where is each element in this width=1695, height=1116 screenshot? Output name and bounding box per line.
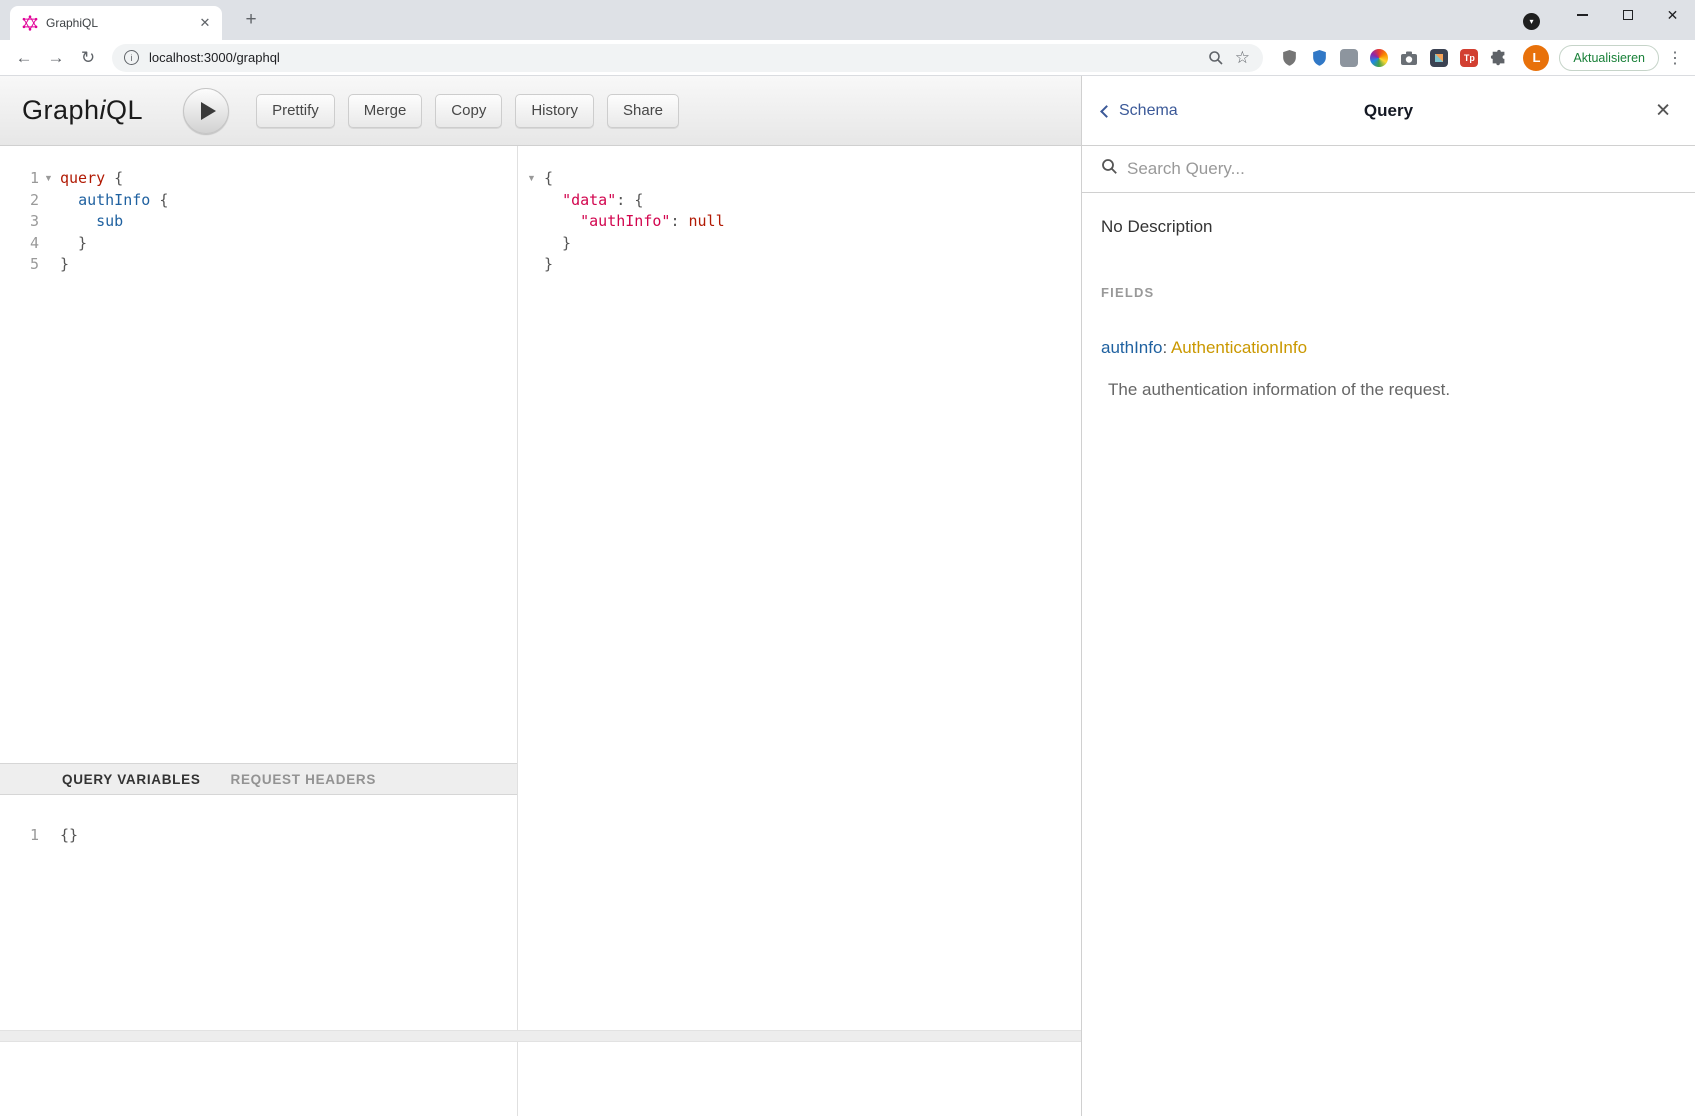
- url-text: localhost:3000/graphql: [149, 50, 1203, 65]
- variables-editor[interactable]: 1 {}: [0, 795, 517, 1116]
- new-tab-button[interactable]: +: [238, 7, 264, 33]
- chevron-left-icon: [1100, 105, 1113, 118]
- back-icon[interactable]: ←: [10, 44, 38, 72]
- graphiql-topbar: GraphiQL Prettify Merge Copy History Sha…: [0, 76, 1081, 146]
- code-line: {}: [60, 825, 78, 847]
- prettify-button[interactable]: Prettify: [256, 94, 335, 128]
- share-button[interactable]: Share: [607, 94, 679, 128]
- tab-strip: GraphiQL ✕ + ▾ ✕: [0, 0, 1695, 40]
- close-window-button[interactable]: ✕: [1650, 0, 1695, 30]
- doc-search-row: [1082, 146, 1695, 193]
- variables-editor-code[interactable]: {}: [55, 795, 78, 1116]
- variables-title-bar: QUERY VARIABLES REQUEST HEADERS: [0, 763, 517, 795]
- line-number: 4: [0, 233, 39, 255]
- puzzle-extensions-menu-icon[interactable]: [1489, 48, 1509, 68]
- avatar[interactable]: L: [1523, 45, 1549, 71]
- result-fold-arrow-icon[interactable]: ▼: [527, 174, 536, 183]
- doc-search-input[interactable]: [1127, 159, 1676, 179]
- pinwheel-extension-icon[interactable]: [1369, 48, 1389, 68]
- doc-field-row: authInfo: AuthenticationInfo: [1101, 338, 1676, 358]
- doc-explorer-header: Schema Query ✕: [1082, 76, 1695, 146]
- tab-query-variables[interactable]: QUERY VARIABLES: [62, 772, 201, 787]
- code-line: }: [60, 254, 168, 276]
- forward-icon[interactable]: →: [42, 44, 70, 72]
- tab-title: GraphiQL: [46, 16, 196, 30]
- field-separator: :: [1162, 338, 1171, 357]
- code-line: "authInfo": null: [544, 211, 1081, 233]
- code-line: {: [544, 168, 1081, 190]
- browser-tab[interactable]: GraphiQL ✕: [10, 6, 222, 40]
- line-number: 2: [0, 190, 39, 212]
- result-code: { "data": { "authInfo": null }}: [518, 146, 1081, 276]
- blue-shield-extension-icon[interactable]: [1309, 48, 1329, 68]
- extensions-row: Tp: [1279, 48, 1509, 68]
- history-button[interactable]: History: [515, 94, 594, 128]
- update-button[interactable]: Aktualisieren: [1559, 45, 1659, 71]
- tab-request-headers[interactable]: REQUEST HEADERS: [231, 772, 377, 787]
- doc-title: Query: [1364, 101, 1413, 121]
- camera-extension-icon[interactable]: [1399, 48, 1419, 68]
- shield-extension-icon[interactable]: [1279, 48, 1299, 68]
- code-line: }: [544, 233, 1081, 255]
- browser-menu-kebab-icon[interactable]: ⋮: [1663, 44, 1687, 72]
- field-type-link[interactable]: AuthenticationInfo: [1171, 338, 1307, 357]
- graphiql-app: GraphiQL Prettify Merge Copy History Sha…: [0, 76, 1695, 1116]
- maximize-button[interactable]: [1605, 0, 1650, 30]
- browser-navbar: ← → ↻ i localhost:3000/graphql ☆: [0, 40, 1695, 76]
- doc-back-link[interactable]: Schema: [1102, 102, 1178, 120]
- search-icon: [1101, 158, 1118, 180]
- doc-explorer-panel: Schema Query ✕ No Description FIELDS aut…: [1082, 76, 1695, 1116]
- zoom-icon[interactable]: [1203, 45, 1229, 71]
- query-editor-code[interactable]: query { authInfo { sub }}: [55, 146, 168, 763]
- bookmark-star-icon[interactable]: ☆: [1229, 45, 1255, 71]
- tp-extension-icon[interactable]: Tp: [1459, 48, 1479, 68]
- graphiql-main: 12345 query { authInfo { sub }} ▼ QUERY …: [0, 146, 1081, 1116]
- line-number: 1: [0, 168, 39, 190]
- doc-close-icon[interactable]: ✕: [1655, 99, 1671, 122]
- code-line: sub: [60, 211, 168, 233]
- horizontal-scrollbar[interactable]: [0, 1030, 1081, 1042]
- variables-editor-gutter: 1: [0, 795, 55, 1116]
- result-pane: ▼ { "data": { "authInfo": null }}: [518, 146, 1081, 1116]
- play-icon: [201, 102, 216, 120]
- graphql-favicon-icon: [22, 15, 38, 31]
- merge-button[interactable]: Merge: [348, 94, 423, 128]
- dark-extension-icon[interactable]: [1429, 48, 1449, 68]
- field-name-link[interactable]: authInfo: [1101, 338, 1162, 357]
- tab-close-icon[interactable]: ✕: [196, 15, 214, 31]
- window-controls: ▾ ✕: [1523, 0, 1695, 30]
- code-line: }: [60, 233, 168, 255]
- doc-back-label: Schema: [1119, 102, 1178, 120]
- query-editor-column: 12345 query { authInfo { sub }} ▼ QUERY …: [0, 146, 518, 1116]
- doc-fields-header: FIELDS: [1101, 285, 1676, 300]
- doc-no-description: No Description: [1101, 217, 1676, 237]
- code-line: authInfo {: [60, 190, 168, 212]
- url-bar[interactable]: i localhost:3000/graphql ☆: [112, 44, 1263, 72]
- status-badge-icon[interactable]: ▾: [1523, 13, 1540, 30]
- graphiql-logo: GraphiQL: [22, 95, 143, 126]
- fold-arrow-icon[interactable]: ▼: [44, 174, 53, 183]
- doc-field-description: The authentication information of the re…: [1108, 380, 1676, 400]
- code-line: }: [544, 254, 1081, 276]
- minimize-button[interactable]: [1560, 0, 1605, 30]
- gray-extension-icon[interactable]: [1339, 48, 1359, 68]
- query-editor-gutter: 12345: [0, 146, 55, 763]
- query-editor[interactable]: 12345 query { authInfo { sub }} ▼: [0, 146, 517, 763]
- execute-button[interactable]: [183, 88, 229, 134]
- line-number: 1: [0, 825, 39, 847]
- doc-body: No Description FIELDS authInfo: Authenti…: [1082, 193, 1695, 400]
- copy-button[interactable]: Copy: [435, 94, 502, 128]
- code-line: query {: [60, 168, 168, 190]
- line-number: 3: [0, 211, 39, 233]
- code-line: "data": {: [544, 190, 1081, 212]
- reload-icon[interactable]: ↻: [74, 44, 102, 72]
- graphiql-left-section: GraphiQL Prettify Merge Copy History Sha…: [0, 76, 1082, 1116]
- line-number: 5: [0, 254, 39, 276]
- site-info-icon[interactable]: i: [124, 50, 139, 65]
